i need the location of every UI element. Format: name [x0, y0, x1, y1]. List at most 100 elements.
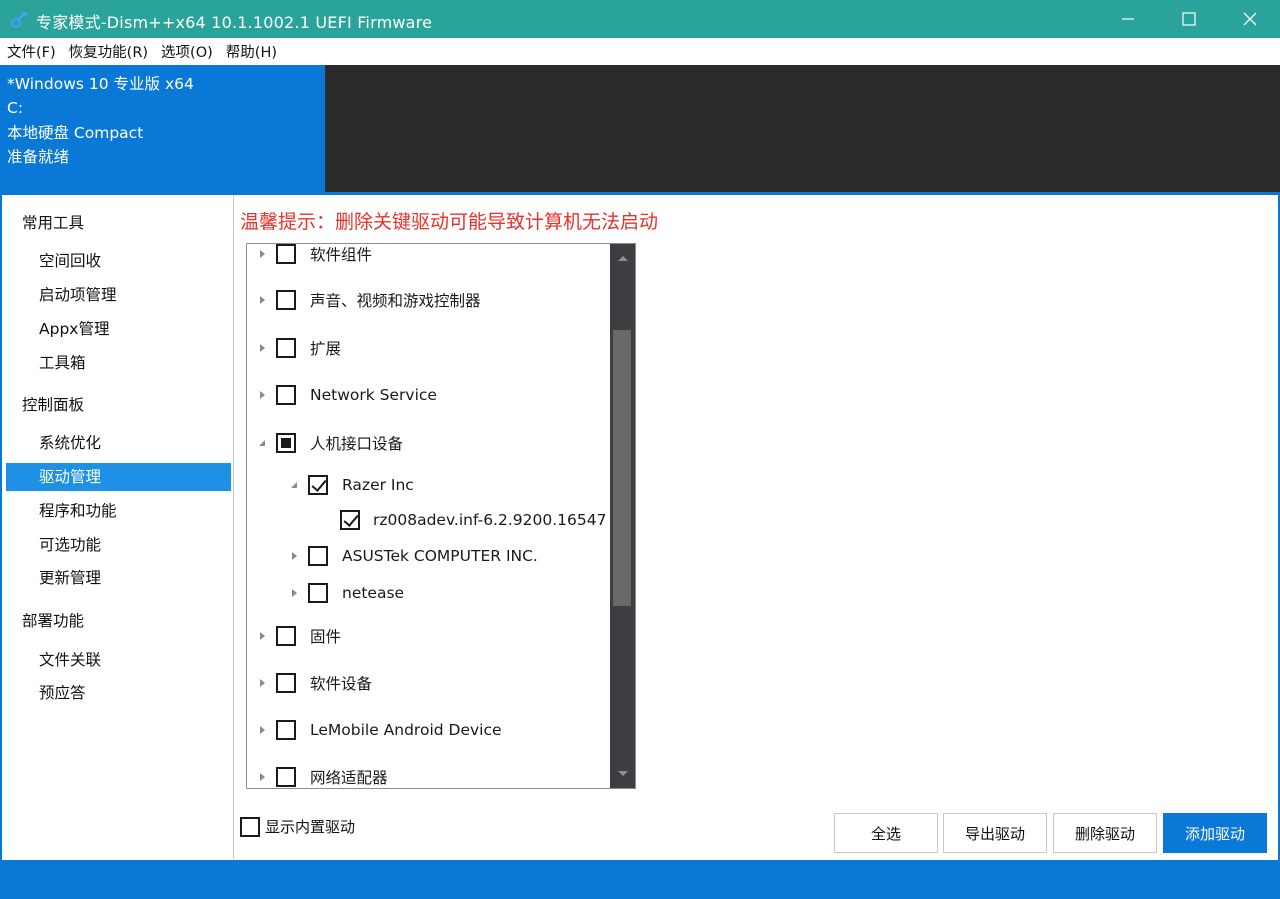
- sidebar-item-space-recovery[interactable]: 空间回收: [6, 247, 231, 275]
- image-disk: 本地硬盘 Compact: [7, 123, 144, 142]
- tree-node-extensions[interactable]: 扩展: [259, 336, 341, 360]
- sidebar-item-programs-features[interactable]: 程序和功能: [6, 497, 231, 525]
- menu-file[interactable]: 文件(F): [7, 41, 56, 62]
- tree-node-software-devices[interactable]: 软件设备: [259, 671, 372, 695]
- image-list-area: [325, 65, 1280, 192]
- expand-arrow-icon[interactable]: [259, 772, 267, 782]
- expand-arrow-icon[interactable]: [259, 295, 267, 305]
- tree-node-label: Razer Inc: [342, 476, 414, 494]
- scroll-down-icon: [617, 771, 628, 776]
- tree-checkbox[interactable]: [276, 290, 296, 310]
- tree-node-label: 人机接口设备: [310, 435, 404, 453]
- maximize-icon: [1181, 12, 1196, 26]
- sidebar-item-toolbox[interactable]: 工具箱: [6, 349, 231, 377]
- export-drivers-button[interactable]: 导出驱动: [943, 813, 1047, 853]
- tree-node-network-service[interactable]: Network Service: [259, 383, 437, 407]
- sidebar-item-driver-manager[interactable]: 驱动管理: [6, 463, 231, 491]
- tree-node-hid[interactable]: 人机接口设备: [259, 431, 403, 455]
- close-button[interactable]: [1219, 0, 1280, 38]
- tree-checkbox[interactable]: [308, 583, 328, 603]
- tree-checkbox[interactable]: [276, 244, 296, 264]
- tree-node-label: 固件: [310, 628, 342, 646]
- expand-arrow-icon[interactable]: [259, 631, 267, 641]
- tree-checkbox[interactable]: [276, 720, 296, 740]
- tree-node-rz008adev-inf[interactable]: rz008adev.inf-6.2.9200.16547: [331, 508, 606, 532]
- tree-checkbox[interactable]: [308, 546, 328, 566]
- add-drivers-button[interactable]: 添加驱动: [1163, 813, 1267, 853]
- tree-scrollbar[interactable]: [610, 244, 635, 788]
- collapse-arrow-icon[interactable]: [259, 438, 267, 448]
- tree-checkbox[interactable]: [276, 433, 296, 453]
- collapse-arrow-icon[interactable]: [291, 480, 299, 490]
- menu-options[interactable]: 选项(O): [161, 41, 213, 62]
- sidebar-item-system-optimize[interactable]: 系统优化: [6, 429, 231, 457]
- tree-node-firmware[interactable]: 固件: [259, 624, 341, 648]
- menu-recovery[interactable]: 恢复功能(R): [69, 41, 148, 62]
- tree-node-label: 扩展: [310, 340, 342, 358]
- sidebar-item-startup-manager[interactable]: 启动项管理: [6, 281, 231, 309]
- title-bar: 专家模式-Dism++x64 10.1.1002.1 UEFI Firmware: [0, 0, 1280, 38]
- select-all-button[interactable]: 全选: [834, 813, 938, 853]
- expand-arrow-icon[interactable]: [259, 343, 267, 353]
- tree-node-lemobile-android[interactable]: LeMobile Android Device: [259, 718, 502, 742]
- sidebar-group-deployment: 部署功能: [22, 612, 85, 630]
- sidebar-item-unattended-answer[interactable]: 预应答: [6, 679, 231, 707]
- show-builtin-checkbox[interactable]: [240, 816, 260, 837]
- scroll-up-button[interactable]: [610, 244, 635, 272]
- close-icon: [1243, 12, 1256, 26]
- expand-arrow-icon[interactable]: [291, 551, 299, 561]
- tree-node-label: rz008adev.inf-6.2.9200.16547: [373, 511, 607, 529]
- expand-arrow-icon[interactable]: [259, 390, 267, 400]
- tree-checkbox[interactable]: [276, 673, 296, 693]
- tree-node-label: LeMobile Android Device: [310, 721, 502, 739]
- tree-node-label: ASUSTek COMPUTER INC.: [342, 547, 538, 565]
- image-status: 准备就绪: [7, 147, 70, 166]
- tree-node-label: 软件设备: [310, 675, 373, 693]
- status-bar: [0, 860, 1280, 899]
- sidebar-item-optional-features[interactable]: 可选功能: [6, 531, 231, 559]
- tree-node-netease[interactable]: netease: [291, 581, 404, 605]
- scroll-up-icon: [617, 256, 628, 261]
- delete-drivers-button[interactable]: 删除驱动: [1053, 813, 1157, 853]
- maximize-button[interactable]: [1158, 0, 1219, 38]
- window-title: 专家模式-Dism++x64 10.1.1002.1 UEFI Firmware: [36, 13, 433, 32]
- sidebar-item-file-associations[interactable]: 文件关联: [6, 646, 231, 674]
- scroll-down-button[interactable]: [610, 760, 635, 788]
- tree-node-asustek[interactable]: ASUSTek COMPUTER INC.: [291, 544, 538, 568]
- tree-node-label: 声音、视频和游戏控制器: [310, 292, 481, 310]
- tree-checkbox[interactable]: [276, 385, 296, 405]
- tree-checkbox[interactable]: [276, 626, 296, 646]
- minimize-icon: [1121, 18, 1134, 20]
- tree-node-label: Network Service: [310, 386, 437, 404]
- sidebar-group-control-panel: 控制面板: [22, 396, 85, 414]
- driver-tree[interactable]: 软件组件 声音、视频和游戏控制器 扩展 Network Service 人机接口…: [246, 243, 636, 789]
- tree-checkbox[interactable]: [276, 767, 296, 787]
- tree-node-label: 网络适配器: [310, 769, 388, 787]
- show-builtin-drivers-toggle[interactable]: 显示内置驱动: [240, 816, 355, 837]
- expand-arrow-icon[interactable]: [259, 725, 267, 735]
- tree-node-software-components[interactable]: 软件组件: [259, 244, 373, 266]
- warning-message: 温馨提示：删除关键驱动可能导致计算机无法启动: [240, 211, 659, 233]
- sidebar: 常用工具 空间回收 启动项管理 Appx管理 工具箱 控制面板 系统优化 驱动管…: [2, 195, 234, 859]
- sidebar-item-update-manager[interactable]: 更新管理: [6, 564, 231, 592]
- expand-arrow-icon[interactable]: [259, 678, 267, 688]
- image-info-panel[interactable]: *Windows 10 专业版 x64 C: 本地硬盘 Compact 准备就绪: [0, 65, 325, 192]
- scroll-thumb[interactable]: [613, 330, 631, 606]
- tree-node-label: 软件组件: [310, 246, 373, 264]
- tree-node-razer-inc[interactable]: Razer Inc: [291, 473, 414, 497]
- minimize-button[interactable]: [1097, 0, 1158, 38]
- sidebar-group-common-tools: 常用工具: [22, 214, 85, 232]
- tree-node-sound-video-game[interactable]: 声音、视频和游戏控制器: [259, 288, 481, 312]
- expand-arrow-icon[interactable]: [259, 249, 267, 259]
- tree-checkbox[interactable]: [276, 338, 296, 358]
- image-name: *Windows 10 专业版 x64: [7, 75, 194, 93]
- tree-node-network-adapters[interactable]: 网络适配器: [259, 765, 388, 788]
- expand-arrow-icon[interactable]: [291, 588, 299, 598]
- tree-node-label: netease: [342, 584, 405, 602]
- app-logo-icon: [11, 12, 27, 28]
- menu-help[interactable]: 帮助(H): [226, 41, 277, 62]
- tree-checkbox[interactable]: [340, 510, 360, 530]
- menu-bar: 文件(F) 恢复功能(R) 选项(O) 帮助(H): [0, 38, 1280, 65]
- tree-checkbox[interactable]: [308, 475, 328, 495]
- sidebar-item-appx-manager[interactable]: Appx管理: [6, 315, 231, 343]
